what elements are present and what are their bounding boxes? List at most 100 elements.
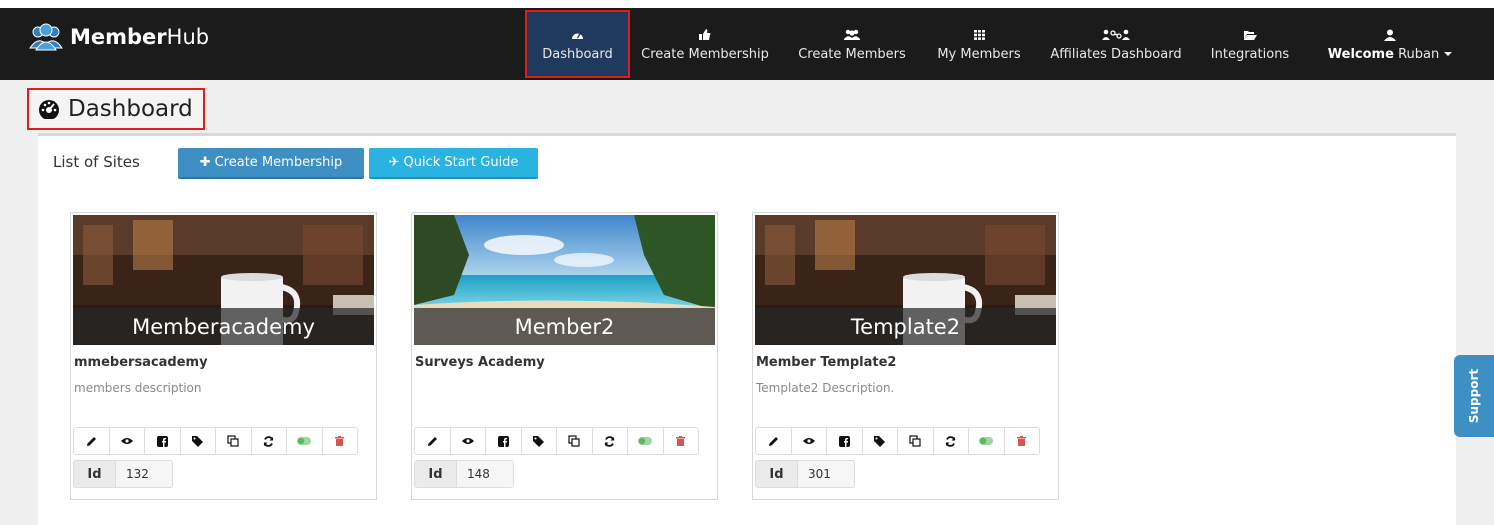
copy-icon	[227, 435, 239, 447]
id-value: 132	[116, 461, 172, 487]
nav-create-membership[interactable]: Create Membership	[634, 8, 776, 80]
dashboard-icon	[571, 27, 584, 43]
tags-button[interactable]	[861, 427, 898, 455]
delete-icon	[1017, 436, 1027, 446]
site-thumbnail[interactable]: Memberacademy	[73, 215, 374, 345]
create-membership-label: Create Membership	[214, 155, 343, 170]
nav-affiliates-dashboard[interactable]: Affiliates Dashboard	[1044, 8, 1188, 80]
grid-icon	[973, 27, 985, 43]
caret-down-icon	[1444, 52, 1453, 56]
view-icon	[802, 438, 815, 444]
site-card[interactable]: Member2 Surveys Academy Id 148	[411, 212, 718, 500]
support-label: Support	[1467, 368, 1482, 424]
site-name: mmebersacademy	[74, 355, 208, 370]
nav-integrations[interactable]: Integrations	[1204, 8, 1296, 80]
nav-label: Affiliates Dashboard	[1050, 46, 1182, 62]
tags-button[interactable]	[520, 427, 557, 455]
site-id-box: Id 132	[73, 460, 173, 488]
facebook-button[interactable]	[485, 427, 522, 455]
site-caption: Member2	[414, 308, 715, 345]
copy-button[interactable]	[897, 427, 934, 455]
site-name: Surveys Academy	[415, 355, 545, 370]
id-value: 148	[457, 461, 513, 487]
refresh-icon	[263, 435, 274, 447]
site-id-box: Id 301	[755, 460, 855, 488]
folder-open-icon	[1243, 27, 1257, 43]
affiliates-icon	[1102, 27, 1130, 43]
refresh-icon	[604, 435, 615, 447]
brand-name-rest: Hub	[166, 25, 210, 49]
tags-icon	[191, 435, 203, 447]
edit-button[interactable]	[73, 427, 110, 455]
welcome-text: Welcome Ruban	[1328, 46, 1453, 62]
delete-button[interactable]	[321, 427, 358, 455]
site-id-box: Id 148	[414, 460, 514, 488]
facebook-button[interactable]	[826, 427, 863, 455]
facebook-icon	[838, 435, 850, 447]
site-caption: Memberacademy	[73, 308, 374, 345]
list-of-sites-label: List of Sites	[53, 153, 140, 171]
facebook-icon	[497, 435, 509, 447]
view-button[interactable]	[108, 427, 145, 455]
copy-button[interactable]	[556, 427, 593, 455]
nav-my-members[interactable]: My Members	[930, 8, 1028, 80]
toggle-icon	[979, 437, 994, 445]
nav-dashboard[interactable]: Dashboard	[525, 10, 630, 78]
tags-button[interactable]	[179, 427, 216, 455]
page-title-text: Dashboard	[68, 96, 193, 122]
refresh-button[interactable]	[932, 427, 969, 455]
quick-start-guide-label: Quick Start Guide	[403, 155, 519, 170]
tags-icon	[873, 435, 885, 447]
facebook-button[interactable]	[144, 427, 181, 455]
tags-icon	[532, 435, 544, 447]
delete-button[interactable]	[662, 427, 699, 455]
user-icon	[1384, 27, 1396, 43]
site-description: members description	[74, 381, 202, 395]
site-thumbnail[interactable]: Member2	[414, 215, 715, 345]
site-actions	[755, 427, 1040, 455]
view-icon	[120, 438, 133, 444]
view-icon	[461, 438, 474, 444]
view-button[interactable]	[449, 427, 486, 455]
id-label: Id	[74, 461, 116, 487]
site-thumbnail[interactable]: Template2	[755, 215, 1056, 345]
nav-create-members[interactable]: Create Members	[792, 8, 912, 80]
page-title: Dashboard	[27, 88, 205, 130]
user-menu[interactable]: Welcome Ruban	[1322, 8, 1458, 80]
id-label: Id	[415, 461, 457, 487]
main-content: Dashboard List of Sites ✚ Create Members…	[0, 80, 1494, 525]
delete-button[interactable]	[1003, 427, 1040, 455]
top-navbar: Member Hub Dashboard Create Membership Cr…	[0, 8, 1494, 80]
site-description: Template2 Description.	[756, 381, 895, 395]
site-actions	[414, 427, 699, 455]
brand-logo[interactable]: Member Hub	[28, 22, 209, 52]
facebook-icon	[156, 435, 168, 447]
edit-icon	[427, 436, 437, 446]
view-button[interactable]	[790, 427, 827, 455]
refresh-button[interactable]	[591, 427, 628, 455]
quick-start-guide-button[interactable]: ✈ Quick Start Guide	[369, 148, 538, 179]
site-card[interactable]: Memberacademy mmebersacademy members des…	[70, 212, 377, 500]
user-name: Ruban	[1398, 46, 1440, 62]
brand-name-bold: Member	[70, 25, 167, 49]
create-membership-button[interactable]: ✚ Create Membership	[178, 148, 364, 179]
toggle-button[interactable]	[627, 427, 664, 455]
toggle-button[interactable]	[968, 427, 1005, 455]
edit-icon	[86, 436, 96, 446]
nav-label: Create Members	[798, 46, 906, 62]
site-card[interactable]: Template2 Member Template2 Template2 Des…	[752, 212, 1059, 500]
nav-label: My Members	[937, 46, 1021, 62]
delete-icon	[335, 436, 345, 446]
edit-button[interactable]	[755, 427, 792, 455]
id-label: Id	[756, 461, 798, 487]
support-tab[interactable]: Support	[1454, 355, 1494, 437]
nav-label: Integrations	[1210, 46, 1290, 62]
thumbs-up-icon	[699, 27, 711, 43]
dashboard-icon	[39, 100, 59, 119]
refresh-button[interactable]	[250, 427, 287, 455]
copy-button[interactable]	[215, 427, 252, 455]
edit-button[interactable]	[414, 427, 451, 455]
toggle-button[interactable]	[286, 427, 323, 455]
users-logo-icon	[29, 23, 63, 51]
sites-panel: List of Sites ✚ Create Membership ✈ Quic…	[38, 133, 1456, 525]
